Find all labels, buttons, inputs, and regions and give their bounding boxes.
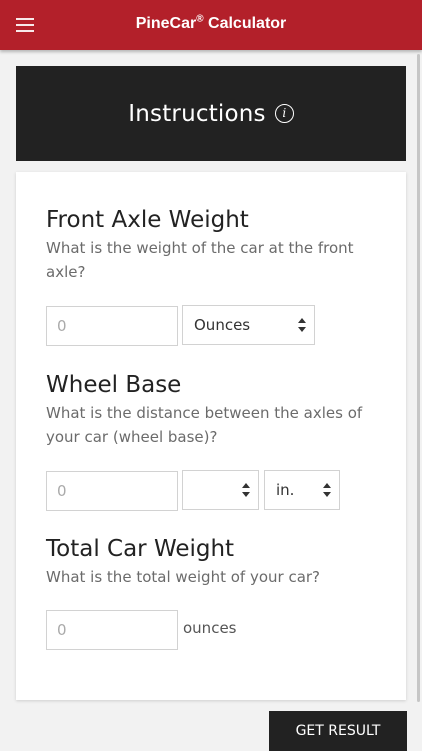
total-weight-title: Total Car Weight [46,536,235,562]
total-weight-input[interactable] [46,610,178,650]
calculator-form-card: Front Axle Weight What is the weight of … [16,172,406,700]
get-result-button[interactable]: GET RESULT [269,711,407,751]
total-weight-unit-label: ounces [183,619,237,637]
instructions-button[interactable]: Instructions i [16,66,406,161]
front-axle-unit-select[interactable]: Ounces [182,305,315,345]
total-weight-question: What is the total weight of your car? [46,568,321,586]
select-arrows-icon [242,483,250,497]
scrollbar[interactable] [417,54,420,702]
app-title-text: PineCar [135,15,197,32]
front-axle-unit-value: Ounces [194,316,251,334]
wheel-base-question: What is the distance between the axles o… [46,404,363,446]
app-bar: PineCar® Calculator [0,0,422,50]
info-icon[interactable]: i [274,104,294,123]
select-arrows-icon [298,318,306,332]
app-title: PineCar® Calculator [0,14,422,34]
select-arrows-icon [323,483,331,497]
wheel-base-fraction-select[interactable] [182,470,259,510]
wheel-base-title: Wheel Base [46,372,182,398]
wheel-base-unit-value: in. [276,481,295,499]
front-axle-title: Front Axle Weight [46,207,249,233]
front-axle-weight-input[interactable] [46,306,178,346]
wheel-base-input[interactable] [46,471,178,511]
front-axle-question: What is the weight of the car at the fro… [46,239,354,281]
app-title-suffix: Calculator [203,15,287,32]
registered-mark: ® [196,13,204,25]
instructions-label: Instructions [128,100,266,127]
wheel-base-unit-select[interactable]: in. [264,470,340,510]
